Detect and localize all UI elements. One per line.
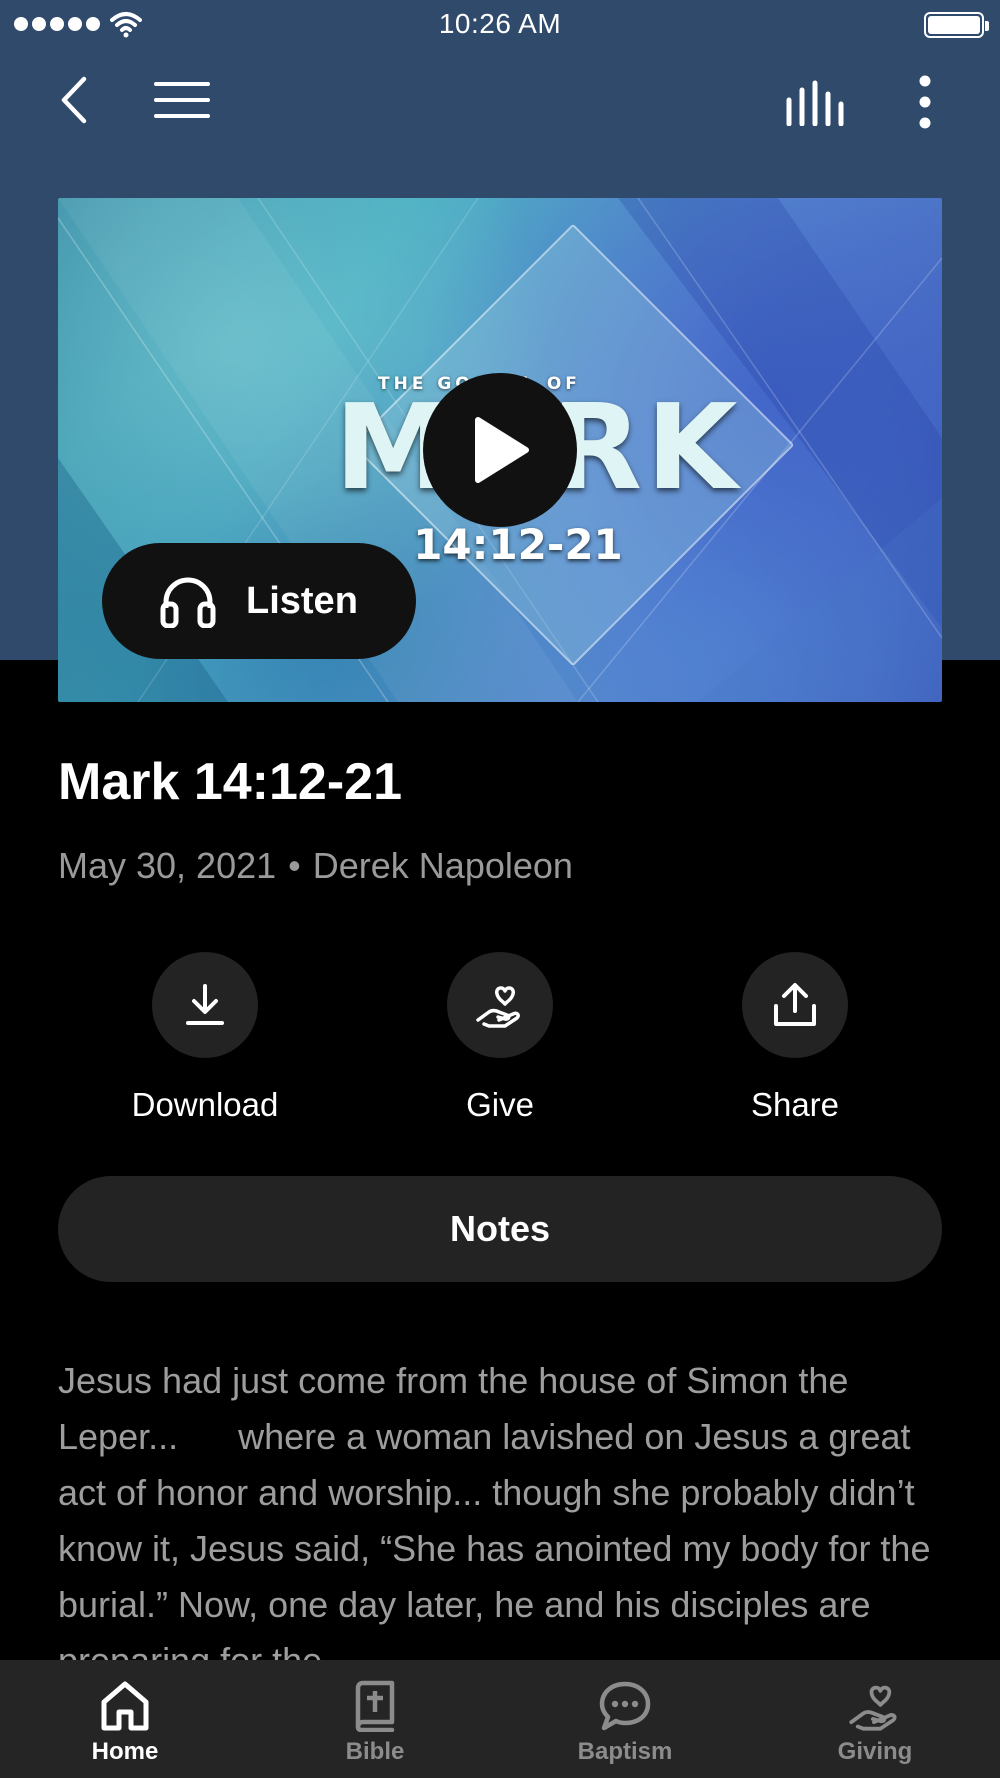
home-icon (101, 1681, 149, 1731)
give-button[interactable] (447, 952, 553, 1058)
give-action[interactable]: Give (380, 952, 620, 1124)
tab-baptism[interactable]: Baptism (500, 1660, 750, 1778)
chevron-left-icon (61, 76, 87, 124)
headphones-icon (160, 577, 216, 628)
download-icon (186, 984, 224, 1025)
giving-icon (849, 1685, 897, 1731)
more-vertical-icon (919, 75, 931, 129)
share-button[interactable] (742, 952, 848, 1058)
give-label: Give (466, 1086, 534, 1123)
sermon-date: May 30, 2021 (58, 845, 277, 886)
sermon-description: Jesus had just come from the house of Si… (58, 1360, 941, 1663)
download-label: Download (131, 1086, 279, 1123)
tab-home-label: Home (91, 1738, 159, 1765)
hamburger-menu-icon (154, 82, 210, 118)
tab-giving-label: Giving (837, 1738, 913, 1765)
tab-giving[interactable]: Giving (750, 1660, 1000, 1778)
back-button[interactable] (48, 70, 98, 130)
tab-bible-label: Bible (345, 1738, 405, 1765)
audio-bars-icon (786, 80, 844, 126)
battery-icon (924, 12, 989, 38)
sermon-meta: May 30, 2021 • Derek Napoleon (58, 845, 573, 887)
artwork-reference: 14:12-21 (413, 520, 623, 569)
chat-bubble-icon (599, 1681, 651, 1731)
tab-baptism-label: Baptism (577, 1738, 673, 1765)
meta-separator: • (288, 845, 301, 886)
sermon-title: Mark 14:12-21 (58, 753, 402, 811)
share-label: Share (750, 1086, 840, 1123)
tab-bible[interactable]: Bible (250, 1660, 500, 1778)
now-playing-button[interactable] (780, 75, 850, 130)
share-upload-icon (774, 983, 816, 1026)
notes-button[interactable]: Notes (58, 1176, 942, 1282)
download-button[interactable] (152, 952, 258, 1058)
play-video-button[interactable] (423, 373, 577, 527)
giving-hand-heart-icon (476, 986, 520, 1028)
menu-button[interactable] (150, 75, 214, 125)
share-action[interactable]: Share (675, 952, 915, 1124)
bible-icon (355, 1680, 395, 1732)
listen-label: Listen (246, 579, 358, 622)
sermon-speaker[interactable]: Derek Napoleon (313, 845, 573, 887)
play-icon (475, 417, 529, 483)
listen-button[interactable]: Listen (102, 543, 416, 659)
tab-home[interactable]: Home (0, 1660, 250, 1778)
more-options-button[interactable] (905, 70, 945, 134)
status-time: 10:26 AM (438, 8, 562, 39)
bottom-tab-bar: Home Bible Baptism Giving (0, 1660, 1000, 1778)
download-action[interactable]: Download (85, 952, 325, 1124)
status-bar: 10:26 AM (0, 0, 1000, 50)
